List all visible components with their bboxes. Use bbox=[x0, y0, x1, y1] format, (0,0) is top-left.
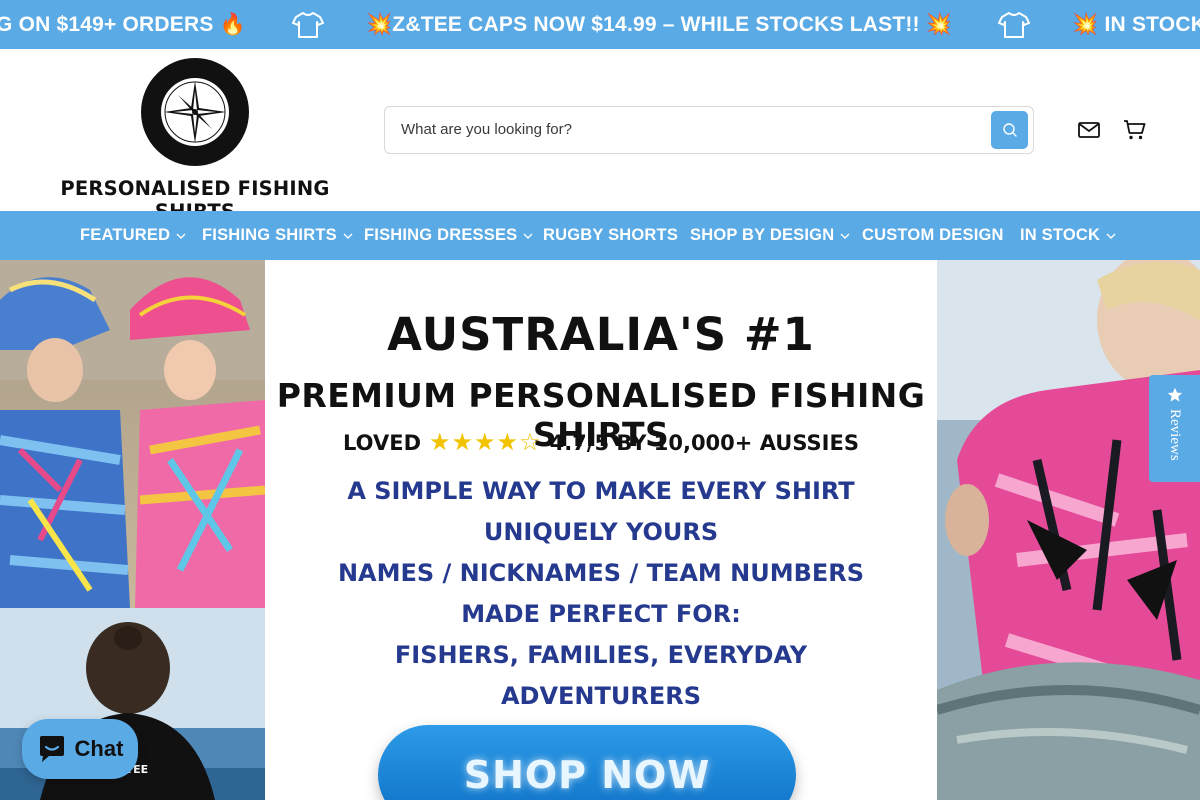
chat-button[interactable]: Chat bbox=[22, 719, 138, 779]
nav-item-in-stock[interactable]: IN STOCK bbox=[1020, 211, 1116, 260]
nav-item-label: FISHING DRESSES bbox=[364, 226, 518, 244]
nav-item-label: FISHING SHIRTS bbox=[202, 226, 337, 244]
hero-body-line: UNIQUELY YOURS bbox=[483, 518, 719, 546]
nav-item-label: SHOP BY DESIGN bbox=[690, 226, 835, 244]
nav-item-custom-design[interactable]: CUSTOM DESIGN bbox=[862, 211, 1004, 260]
nav-item-label: IN STOCK bbox=[1020, 226, 1101, 244]
hero-rating: LOVED ★★★★☆ 4.7/5 BY 10,000+ AUSSIES bbox=[265, 428, 937, 456]
compass-logo-icon bbox=[141, 58, 249, 166]
storefront-page: G ON $149+ ORDERS 🔥 💥Z&TEE CAPS NOW $14.… bbox=[0, 0, 1200, 800]
hero-body-line: NAMES / NICKNAMES / TEAM NUMBERS bbox=[337, 559, 865, 587]
chevron-down-icon bbox=[840, 233, 850, 239]
nav-item-label: RUGBY SHORTS bbox=[543, 226, 679, 244]
hero-body-line: A SIMPLE WAY TO MAKE EVERY SHIRT bbox=[347, 477, 855, 505]
chevron-down-icon bbox=[523, 233, 533, 239]
site-logo[interactable]: PERSONALISED FISHING SHIRTS bbox=[50, 57, 340, 223]
nav-item-label: CUSTOM DESIGN bbox=[862, 226, 1004, 244]
search-input[interactable] bbox=[401, 107, 981, 152]
hero-body-line: ADVENTURERS bbox=[500, 682, 702, 710]
rating-text: 4.7/5 BY 10,000+ AUSSIES bbox=[549, 431, 859, 455]
hero-banner[interactable]: Z&TEE AUSTRALIA'S #1 PREMIUM PERSO bbox=[0, 260, 1200, 800]
nav-item-fishing-shirts[interactable]: FISHING SHIRTS bbox=[202, 211, 353, 260]
hero-body-line: MADE PERFECT FOR: bbox=[461, 600, 741, 628]
rating-prefix: LOVED bbox=[343, 431, 421, 455]
star-icon bbox=[1167, 387, 1182, 402]
shop-now-button[interactable]: SHOP NOW bbox=[378, 725, 796, 800]
announcement-message[interactable]: 💥Z&TEE CAPS NOW $14.99 – WHILE STOCKS LA… bbox=[366, 13, 952, 37]
announcement-message[interactable]: G ON $149+ ORDERS 🔥 bbox=[0, 13, 246, 37]
announcement-bar: G ON $149+ ORDERS 🔥 💥Z&TEE CAPS NOW $14.… bbox=[0, 0, 1200, 49]
hero-headline: AUSTRALIA'S #1 bbox=[387, 308, 815, 361]
nav-item-shop-by-design[interactable]: SHOP BY DESIGN bbox=[690, 211, 850, 260]
shop-now-label: SHOP NOW bbox=[463, 753, 711, 797]
chevron-down-icon bbox=[1106, 233, 1116, 239]
reviews-label: Reviews bbox=[1167, 409, 1183, 461]
cart-icon[interactable] bbox=[1122, 117, 1148, 143]
nav-item-rugby-shorts[interactable]: RUGBY SHORTS bbox=[543, 211, 678, 260]
nav-item-featured[interactable]: FEATURED bbox=[80, 211, 186, 260]
reviews-tab[interactable]: Reviews bbox=[1149, 375, 1200, 482]
hero-photo-angler bbox=[937, 260, 1200, 800]
hero-promo-panel: AUSTRALIA'S #1 PREMIUM PERSONALISED FISH… bbox=[265, 260, 937, 800]
tshirt-icon bbox=[998, 11, 1031, 39]
search-button[interactable] bbox=[991, 111, 1028, 149]
chat-label: Chat bbox=[74, 736, 124, 761]
chevron-down-icon bbox=[176, 233, 186, 239]
announcement-track: G ON $149+ ORDERS 🔥 💥Z&TEE CAPS NOW $14.… bbox=[0, 0, 1200, 49]
mail-icon[interactable] bbox=[1076, 117, 1102, 143]
chevron-down-icon bbox=[343, 233, 353, 239]
hero-body-line: FISHERS, FAMILIES, EVERYDAY bbox=[394, 641, 808, 669]
hero-photo-kids bbox=[0, 260, 265, 608]
rating-stars: ★★★★☆ bbox=[429, 428, 542, 456]
nav-item-label: FEATURED bbox=[80, 226, 171, 244]
site-header: PERSONALISED FISHING SHIRTS bbox=[0, 49, 1200, 223]
nav-item-fishing-dresses[interactable]: FISHING DRESSES bbox=[364, 211, 533, 260]
search-icon bbox=[1002, 123, 1017, 137]
announcement-message[interactable]: 💥 IN STOCK SHIR bbox=[1072, 13, 1200, 37]
chat-bubble-icon bbox=[39, 736, 64, 762]
tshirt-icon bbox=[291, 11, 324, 39]
search-bar bbox=[384, 106, 1034, 154]
main-nav: FEATURED FISHING SHIRTS FISHING DRESSES … bbox=[0, 211, 1200, 260]
